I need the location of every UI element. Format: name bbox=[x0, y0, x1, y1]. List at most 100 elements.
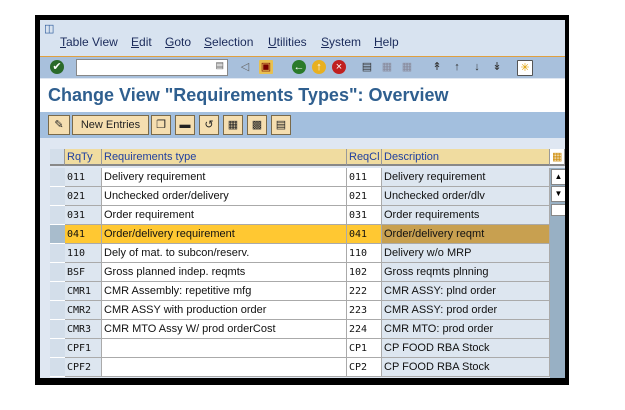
cell-description: Order requirements bbox=[382, 206, 550, 225]
display-change-icon[interactable]: ✎ bbox=[48, 115, 70, 135]
copy-as-icon[interactable]: ❐ bbox=[151, 115, 171, 135]
cell-rqty: 011 bbox=[65, 168, 102, 187]
cell-requirements-type[interactable] bbox=[102, 358, 347, 377]
table-row[interactable]: CPF1 CP1 CP FOOD RBA Stock bbox=[50, 339, 550, 358]
enter-check-icon[interactable]: ✔ bbox=[50, 60, 64, 74]
menu-selection[interactable]: Selection bbox=[204, 35, 253, 49]
command-dropdown-icon[interactable]: ▤ bbox=[215, 60, 224, 71]
table-row[interactable]: 110 Dely of mat. to subcon/reserv. 110 Deli… bbox=[50, 244, 550, 263]
select-all-header[interactable] bbox=[50, 149, 65, 166]
cell-reqcl: 102 bbox=[347, 263, 382, 282]
table-row[interactable]: 021 Unchecked order/delivery 021 Unchecked … bbox=[50, 187, 550, 206]
find-next-icon: ▦ bbox=[401, 61, 413, 73]
cell-description: CMR ASSY: plnd order bbox=[382, 282, 550, 301]
cell-reqcl: 223 bbox=[347, 301, 382, 320]
previous-page-icon[interactable]: ↑ bbox=[450, 60, 464, 74]
cell-reqcl: 011 bbox=[347, 168, 382, 187]
menu-system[interactable]: System bbox=[321, 35, 361, 49]
deselect-all-icon[interactable]: ▤ bbox=[271, 115, 291, 135]
cell-rqty: CMR1 bbox=[65, 282, 102, 301]
cell-requirements-type[interactable]: Order/delivery requirement bbox=[102, 225, 347, 244]
cell-requirements-type[interactable] bbox=[102, 339, 347, 358]
cell-description: Gross reqmts plnning bbox=[382, 263, 550, 282]
create-session-icon[interactable]: ✳ bbox=[517, 60, 533, 76]
delete-icon[interactable]: ▬ bbox=[175, 115, 195, 135]
cell-rqty: 031 bbox=[65, 206, 102, 225]
menu-table-view[interactable]: Table View bbox=[60, 35, 118, 49]
save-icon[interactable]: ▣ bbox=[259, 60, 273, 74]
scroll-up-icon[interactable]: ▲ bbox=[551, 169, 565, 185]
table-row[interactable]: 041 Order/delivery requirement 041 Order/de… bbox=[50, 225, 550, 244]
menu-goto[interactable]: Goto bbox=[165, 35, 191, 49]
exit-icon[interactable]: ↑ bbox=[312, 60, 326, 74]
cell-description: Order/delivery reqmt bbox=[382, 225, 550, 244]
menu-edit[interactable]: Edit bbox=[131, 35, 152, 49]
cell-requirements-type[interactable]: CMR Assembly: repetitive mfg bbox=[102, 282, 347, 301]
last-page-icon[interactable]: ↡ bbox=[490, 60, 504, 74]
cell-reqcl: 031 bbox=[347, 206, 382, 225]
table-row[interactable]: CMR3 CMR MTO Assy W/ prod orderCost 224 CMR… bbox=[50, 320, 550, 339]
next-page-icon[interactable]: ↓ bbox=[470, 60, 484, 74]
cell-rqty: BSF bbox=[65, 263, 102, 282]
select-block-icon[interactable]: ▩ bbox=[247, 115, 267, 135]
collapse-icon[interactable]: ◁ bbox=[238, 60, 252, 74]
cell-rqty: CPF2 bbox=[65, 358, 102, 377]
table-row[interactable]: CMR2 CMR ASSY with production order 223 CMR… bbox=[50, 301, 550, 320]
cell-description: CP FOOD RBA Stock bbox=[382, 358, 550, 377]
undo-change-icon[interactable]: ↺ bbox=[199, 115, 219, 135]
cancel-icon[interactable]: × bbox=[332, 60, 346, 74]
header-description[interactable]: Description bbox=[382, 149, 550, 166]
cell-description: CP FOOD RBA Stock bbox=[382, 339, 550, 358]
row-selector[interactable] bbox=[50, 339, 66, 358]
page-title: Change View "Requirements Types": Overvi… bbox=[48, 85, 449, 105]
cell-requirements-type[interactable]: Dely of mat. to subcon/reserv. bbox=[102, 244, 347, 263]
back-icon[interactable]: ← bbox=[292, 60, 306, 74]
row-selector[interactable] bbox=[50, 206, 66, 225]
table-row[interactable]: BSF Gross planned indep. reqmts 102 Gross r… bbox=[50, 263, 550, 282]
header-requirements-type[interactable]: Requirements type bbox=[102, 149, 347, 166]
menu-help[interactable]: Help bbox=[374, 35, 399, 49]
table-row[interactable]: 031 Order requirement 031 Order requirement… bbox=[50, 206, 550, 225]
row-selector[interactable] bbox=[50, 282, 66, 301]
table-row[interactable]: CMR1 CMR Assembly: repetitive mfg 222 CMR A… bbox=[50, 282, 550, 301]
system-menu-icon[interactable]: ◫ bbox=[44, 22, 54, 35]
new-entries-button[interactable]: New Entries bbox=[72, 115, 149, 135]
cell-rqty: CMR3 bbox=[65, 320, 102, 339]
header-reqcl[interactable]: ReqCl bbox=[347, 149, 382, 166]
row-selector[interactable] bbox=[50, 225, 66, 244]
cell-requirements-type[interactable]: Gross planned indep. reqmts bbox=[102, 263, 347, 282]
cell-reqcl: 041 bbox=[347, 225, 382, 244]
row-selector[interactable] bbox=[50, 187, 66, 206]
cell-requirements-type[interactable]: Order requirement bbox=[102, 206, 347, 225]
cell-requirements-type[interactable]: Delivery requirement bbox=[102, 168, 347, 187]
cell-description: CMR ASSY: prod order bbox=[382, 301, 550, 320]
cell-requirements-type[interactable]: CMR ASSY with production order bbox=[102, 301, 347, 320]
menu-utilities[interactable]: Utilities bbox=[268, 35, 307, 49]
cell-requirements-type[interactable]: Unchecked order/delivery bbox=[102, 187, 347, 206]
row-selector[interactable] bbox=[50, 168, 66, 187]
cell-requirements-type[interactable]: CMR MTO Assy W/ prod orderCost bbox=[102, 320, 347, 339]
row-selector[interactable] bbox=[50, 263, 66, 282]
print-icon[interactable]: ▤ bbox=[360, 60, 374, 74]
table-row[interactable]: CPF2 CP2 CP FOOD RBA Stock bbox=[50, 358, 550, 377]
column-settings-icon[interactable]: ▦ bbox=[550, 149, 565, 166]
sap-window: ◫ Table View Edit Goto Selection Utiliti… bbox=[40, 20, 565, 378]
cell-rqty: 110 bbox=[65, 244, 102, 263]
vertical-scrollbar[interactable]: ▲ ▼ bbox=[550, 168, 565, 378]
row-selector[interactable] bbox=[50, 320, 66, 339]
header-rqty[interactable]: RqTy bbox=[65, 149, 102, 166]
scroll-thumb[interactable] bbox=[551, 204, 565, 216]
select-all-icon[interactable]: ▦ bbox=[223, 115, 243, 135]
table-row[interactable]: 011 Delivery requirement 011 Delivery requi… bbox=[50, 168, 550, 187]
row-selector[interactable] bbox=[50, 301, 66, 320]
scroll-down-icon[interactable]: ▼ bbox=[551, 186, 565, 202]
cell-description: Unchecked order/dlv bbox=[382, 187, 550, 206]
cell-reqcl: 224 bbox=[347, 320, 382, 339]
cell-description: Delivery w/o MRP bbox=[382, 244, 550, 263]
command-field[interactable]: ▤ bbox=[76, 59, 228, 76]
cell-description: Delivery requirement bbox=[382, 168, 550, 187]
first-page-icon[interactable]: ↟ bbox=[430, 60, 444, 74]
row-selector[interactable] bbox=[50, 244, 66, 263]
row-selector[interactable] bbox=[50, 358, 66, 377]
menu-bar: ◫ Table View Edit Goto Selection Utiliti… bbox=[40, 20, 565, 57]
